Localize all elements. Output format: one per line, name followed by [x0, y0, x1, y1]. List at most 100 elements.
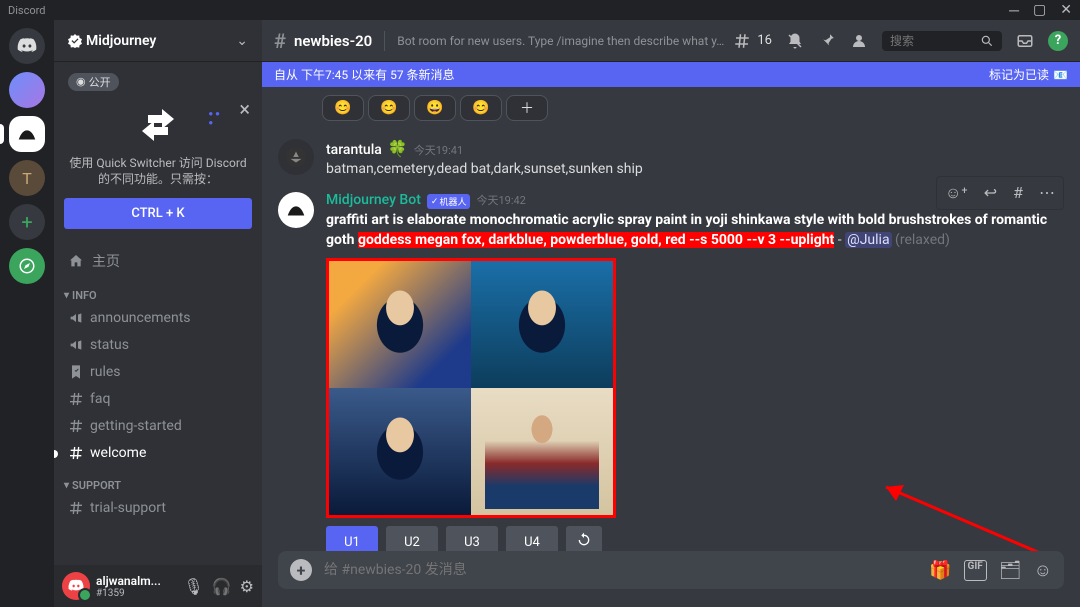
threads-icon[interactable]	[733, 32, 751, 50]
thread-count: 16	[757, 33, 772, 48]
channel-rules[interactable]: rules	[60, 359, 256, 385]
upscale-buttons: U1 U2 U3 U4	[326, 526, 1064, 551]
thread-icon[interactable]: #	[1007, 179, 1029, 207]
message-timestamp: 今天19:42	[476, 192, 525, 208]
members-icon[interactable]	[850, 32, 868, 50]
gift-icon[interactable]: 🎁	[929, 560, 951, 581]
user-tag: #1359	[96, 588, 177, 599]
message-author[interactable]: Midjourney Bot	[326, 192, 421, 208]
reaction[interactable]: 😊	[368, 95, 410, 121]
channel-trial-support[interactable]: trial-support	[60, 495, 256, 521]
notifications-icon[interactable]	[786, 32, 804, 50]
user-panel: aljwanalm... #1359 🎙 🎧 ⚙	[54, 565, 262, 607]
add-reaction[interactable]: ＋	[506, 95, 548, 121]
search-box[interactable]	[882, 31, 1002, 51]
channel-welcome[interactable]: welcome	[60, 440, 256, 466]
u2-button[interactable]: U2	[386, 526, 438, 551]
help-icon[interactable]: ?	[1048, 31, 1068, 51]
add-server-button[interactable]: +	[9, 204, 45, 240]
avatar[interactable]	[278, 139, 314, 175]
mute-mic-icon[interactable]: 🎙	[183, 577, 203, 596]
chat-input: + 🎁 GIF 🗂 ☺	[278, 551, 1064, 589]
channel-faq[interactable]: faq	[60, 386, 256, 412]
reaction[interactable]: 😀	[414, 95, 456, 121]
image-attachment[interactable]	[326, 258, 616, 518]
attach-button[interactable]: +	[290, 559, 312, 581]
settings-icon[interactable]: ⚙	[240, 577, 254, 596]
home-button[interactable]: 主页	[60, 245, 256, 277]
hash-icon	[68, 500, 84, 516]
server-list: T +	[0, 20, 54, 607]
rules-icon	[68, 364, 84, 380]
search-input[interactable]	[890, 34, 974, 48]
minimize-button[interactable]: ─	[1009, 2, 1019, 19]
new-messages-text: 自从 下午7:45 以来有 57 条新消息	[274, 66, 455, 83]
bot-badge: ✓ 机器人	[427, 194, 471, 209]
pinned-icon[interactable]	[818, 32, 836, 50]
message-author[interactable]: tarantula	[326, 142, 382, 158]
home-icon	[68, 253, 84, 269]
sticker-icon[interactable]: 🗂	[999, 560, 1022, 581]
category-support[interactable]: SUPPORT	[60, 467, 256, 494]
gif-icon[interactable]: GIF	[964, 560, 987, 581]
u3-button[interactable]: U3	[446, 526, 498, 551]
inbox-icon[interactable]	[1016, 32, 1034, 50]
more-icon[interactable]: ⋯	[1033, 179, 1061, 207]
hash-icon: #	[274, 29, 286, 53]
rerun-button[interactable]	[566, 526, 602, 551]
channel-status[interactable]: status	[60, 332, 256, 358]
search-icon	[980, 34, 994, 48]
maximize-button[interactable]: ▢	[1033, 2, 1046, 19]
channel-getting-started[interactable]: getting-started	[60, 413, 256, 439]
server-icon-1[interactable]	[9, 72, 45, 108]
announcement-icon	[68, 337, 84, 353]
quick-switcher-panel: × ● ●● 使用 Quick Switcher 访问 Discord 的不同功…	[54, 95, 262, 240]
hash-icon	[68, 391, 84, 407]
public-badge: ◉ 公开	[68, 73, 119, 91]
deafen-icon[interactable]: 🎧	[212, 577, 232, 596]
quick-switcher-text: 使用 Quick Switcher 访问 Discord 的不同功能。只需按：	[64, 155, 252, 189]
server-header[interactable]: Midjourney ⌄	[54, 20, 262, 62]
message: ☺⁺ ↩ # ⋯ Midjourney Bot ✓ 机器人 今天19:42 gr…	[278, 186, 1064, 551]
explore-servers-button[interactable]	[9, 248, 45, 284]
message-input[interactable]	[324, 562, 917, 578]
message-timestamp: 今天19:41	[414, 142, 463, 158]
new-messages-bar[interactable]: 自从 下午7:45 以来有 57 条新消息 标记为已读 📧	[262, 62, 1080, 87]
mark-read-icon: 📧	[1053, 68, 1068, 82]
category-info[interactable]: INFO	[60, 277, 256, 304]
window-titlebar: Discord ─ ▢ ✕	[0, 0, 1080, 20]
emoji-icon[interactable]: ☺	[1034, 560, 1052, 581]
reply-icon[interactable]: ↩	[978, 179, 1003, 207]
channel-announcements[interactable]: announcements	[60, 305, 256, 331]
reactions-row: 😊 😊 😀 😊 ＋	[322, 95, 1064, 121]
hash-icon	[68, 445, 84, 461]
channel-title: newbies-20	[294, 32, 372, 50]
switcher-arrows-icon: ● ●●	[64, 101, 252, 149]
server-icon-midjourney[interactable]	[9, 116, 45, 152]
quick-switcher-button[interactable]: CTRL + K	[64, 198, 252, 229]
user-avatar[interactable]	[62, 572, 90, 600]
announcement-icon	[68, 310, 84, 326]
reaction[interactable]: 😊	[460, 95, 502, 121]
server-icon-2[interactable]: T	[9, 160, 45, 196]
app-name: Discord	[8, 4, 45, 17]
reaction[interactable]: 😊	[322, 95, 364, 121]
leaf-icon: 🍀	[388, 139, 408, 158]
message-content: graffiti art is elaborate monochromatic …	[326, 211, 1064, 250]
user-name: aljwanalm...	[96, 574, 177, 588]
channel-topic[interactable]: Bot room for new users. Type /imagine th…	[397, 34, 725, 48]
close-button[interactable]: ✕	[1060, 2, 1072, 19]
add-reaction-icon[interactable]: ☺⁺	[939, 179, 974, 207]
u4-button[interactable]: U4	[506, 526, 558, 551]
u1-button[interactable]: U1	[326, 526, 378, 551]
message-actions: ☺⁺ ↩ # ⋯	[936, 176, 1064, 210]
chat-header: # newbies-20 Bot room for new users. Typ…	[262, 20, 1080, 62]
server-name-label: Midjourney	[86, 33, 156, 49]
chat-area: # newbies-20 Bot room for new users. Typ…	[262, 20, 1080, 607]
hash-icon	[68, 418, 84, 434]
verified-icon	[68, 34, 82, 48]
discord-home-button[interactable]	[9, 28, 45, 64]
channel-sidebar: Midjourney ⌄ ◉ 公开 × ● ●● 使用 Quick Switch…	[54, 20, 262, 607]
avatar[interactable]	[278, 192, 314, 228]
chevron-down-icon: ⌄	[236, 33, 248, 49]
